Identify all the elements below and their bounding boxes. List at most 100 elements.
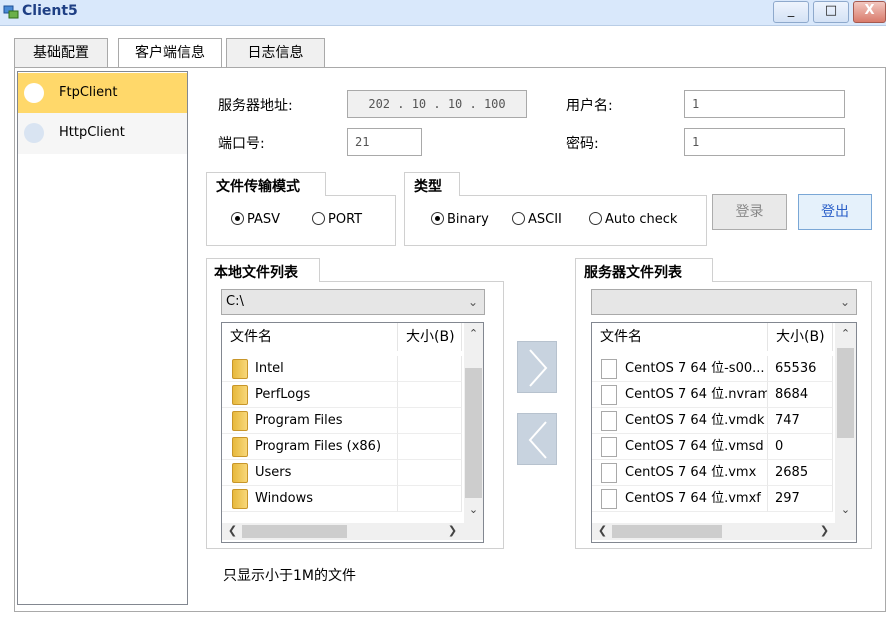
local-file-list: 文件名 大小(B) Intel PerfLogs Program Files P… — [221, 322, 484, 543]
server-files-title: 服务器文件列表 — [582, 262, 684, 282]
radio-port-dot — [312, 212, 325, 225]
file-icon — [601, 359, 617, 379]
login-button[interactable]: 登录 — [712, 194, 787, 230]
server-row-size: 747 — [768, 408, 833, 434]
server-vertical-scrollbar[interactable]: ⌃ ⌄ — [835, 323, 856, 523]
radio-port-label: PORT — [328, 212, 363, 227]
server-col-name[interactable]: 文件名 — [592, 323, 768, 351]
radio-auto-check[interactable]: Auto check — [589, 212, 677, 227]
ftp-client-label: FtpClient — [59, 85, 118, 100]
server-row-size: 8684 — [768, 382, 833, 408]
radio-auto-check-label: Auto check — [605, 212, 678, 227]
server-list-header: 文件名 大小(B) — [592, 323, 833, 351]
server-col-size[interactable]: 大小(B) — [768, 323, 833, 351]
chevron-down-icon: ⌄ — [467, 295, 478, 309]
scroll-down-icon[interactable]: ⌄ — [837, 503, 854, 516]
transfer-mode-title: 文件传输模式 — [214, 176, 302, 196]
password-field[interactable]: 1 — [684, 128, 845, 156]
radio-ascii-dot — [512, 212, 525, 225]
http-client-icon — [24, 123, 44, 143]
server-row-size: 297 — [768, 486, 833, 512]
file-icon — [601, 437, 617, 457]
radio-pasv-dot — [231, 212, 244, 225]
username-label: 用户名: — [566, 98, 613, 114]
folder-icon — [232, 437, 248, 457]
logout-button[interactable]: 登出 — [798, 194, 872, 230]
scroll-left-icon[interactable]: ❮ — [594, 524, 611, 537]
file-icon — [601, 489, 617, 509]
list-item-httpclient[interactable]: HttpClient — [18, 113, 187, 154]
radio-port[interactable]: PORT — [312, 212, 362, 227]
local-col-size[interactable]: 大小(B) — [398, 323, 462, 351]
scroll-up-icon[interactable]: ⌃ — [837, 327, 854, 340]
server-row-name: CentOS 7 64 位.nvram — [625, 387, 768, 402]
radio-pasv[interactable]: PASV — [231, 212, 280, 227]
server-file-list: 文件名 大小(B) CentOS 7 64 位-s00... 65536 Cent… — [591, 322, 857, 543]
radio-pasv-label: PASV — [247, 212, 281, 227]
window-title: Client5 — [22, 3, 78, 19]
local-path-value: C:\ — [226, 294, 244, 309]
http-client-label: HttpClient — [59, 125, 125, 140]
scroll-thumb[interactable] — [465, 368, 482, 498]
server-ip-field[interactable]: 202 . 10 . 10 . 100 — [347, 90, 527, 118]
arrow-left-icon — [528, 421, 547, 459]
local-path-select[interactable]: C:\ ⌄ — [221, 289, 485, 315]
radio-binary[interactable]: Binary — [431, 212, 489, 227]
arrow-right-icon — [529, 349, 548, 387]
local-vertical-scrollbar[interactable]: ⌃ ⌄ — [464, 323, 483, 523]
local-files-title: 本地文件列表 — [212, 262, 300, 282]
scroll-thumb[interactable] — [242, 525, 347, 538]
close-button[interactable]: X — [853, 1, 886, 23]
scroll-down-icon[interactable]: ⌄ — [465, 503, 482, 516]
server-row-size: 2685 — [768, 460, 833, 486]
title-bar: Client5 _ □ X — [0, 0, 886, 26]
radio-binary-label: Binary — [447, 212, 489, 227]
server-address-label: 服务器地址: — [218, 98, 293, 114]
server-row-name: CentOS 7 64 位.vmdk — [625, 413, 765, 428]
server-row-size: 0 — [768, 434, 833, 460]
server-row-name: CentOS 7 64 位.vmsd — [625, 439, 764, 454]
local-list-header: 文件名 大小(B) — [222, 323, 462, 351]
chevron-down-icon: ⌄ — [839, 295, 850, 309]
ftp-client-icon — [24, 83, 44, 103]
download-button[interactable] — [517, 413, 557, 465]
tab-log-info[interactable]: 日志信息 — [226, 38, 325, 68]
scroll-thumb[interactable] — [837, 348, 854, 438]
scroll-right-icon[interactable]: ❯ — [444, 524, 461, 537]
password-label: 密码: — [566, 136, 599, 152]
radio-ascii[interactable]: ASCII — [512, 212, 562, 227]
username-field[interactable]: 1 — [684, 90, 845, 118]
folder-icon — [232, 385, 248, 405]
folder-icon — [232, 489, 248, 509]
radio-binary-dot — [431, 212, 444, 225]
server-row-name: CentOS 7 64 位.vmxf — [625, 491, 761, 506]
minimize-icon: _ — [787, 3, 795, 18]
tab-basic-config[interactable]: 基础配置 — [14, 38, 108, 68]
scroll-left-icon[interactable]: ❮ — [224, 524, 241, 537]
scroll-up-icon[interactable]: ⌃ — [465, 327, 482, 340]
size-limit-note: 只显示小于1M的文件 — [223, 568, 356, 584]
port-field[interactable]: 21 — [347, 128, 422, 156]
close-icon: X — [864, 3, 875, 18]
scroll-right-icon[interactable]: ❯ — [816, 524, 833, 537]
minimize-button[interactable]: _ — [773, 1, 809, 23]
app-icon — [3, 5, 19, 19]
port-label: 端口号: — [218, 136, 265, 152]
file-icon — [601, 385, 617, 405]
folder-icon — [232, 411, 248, 431]
type-title: 类型 — [412, 176, 444, 196]
local-horizontal-scrollbar[interactable]: ❮ ❯ — [222, 523, 483, 540]
upload-button[interactable] — [517, 341, 557, 393]
server-horizontal-scrollbar[interactable]: ❮ ❯ — [592, 523, 856, 540]
tab-client-info[interactable]: 客户端信息 — [118, 38, 222, 69]
server-path-select[interactable]: ⌄ — [591, 289, 857, 315]
file-icon — [601, 463, 617, 483]
server-row-name: CentOS 7 64 位-s00... — [625, 361, 765, 376]
list-item-ftpclient[interactable]: FtpClient — [18, 73, 187, 114]
radio-ascii-label: ASCII — [528, 212, 562, 227]
maximize-button[interactable]: □ — [813, 1, 849, 23]
radio-auto-check-dot — [589, 212, 602, 225]
client-list: FtpClient HttpClient — [17, 71, 188, 605]
scroll-thumb[interactable] — [612, 525, 722, 538]
local-col-name[interactable]: 文件名 — [222, 323, 398, 351]
